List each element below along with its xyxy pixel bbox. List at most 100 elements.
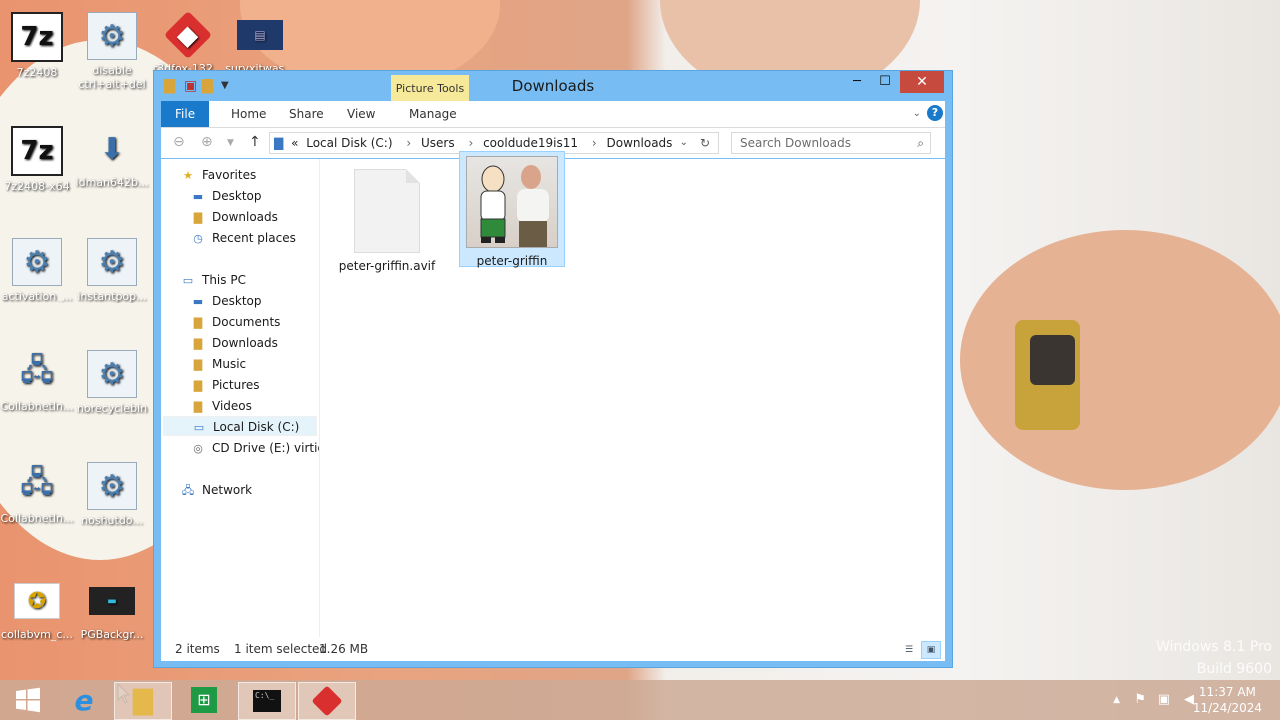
image-file-icon: ▬ [89, 587, 135, 615]
breadcrumb-downloads[interactable]: Downloads [607, 136, 673, 150]
desktop-icon-label: activation_... [1, 290, 73, 303]
status-size: 1.26 MB [319, 642, 369, 656]
desktop-icon-collabnet-1[interactable]: 🖧 CollabnetIn... [0, 350, 77, 414]
tab-view[interactable]: View [335, 101, 387, 127]
r3dfox-button[interactable] [298, 682, 356, 720]
gear-icon: ⚙ [87, 238, 137, 286]
gear-icon: ⚙ [12, 238, 62, 286]
desktop-icon-idman[interactable]: ⬇ idman642b... [72, 126, 152, 190]
command-prompt-button[interactable]: C:\_ [238, 682, 296, 720]
file-list: peter-griffin.avif peter-griffin [331, 151, 931, 637]
system-clock[interactable]: 11:37 AM 11/24/2024 [1193, 684, 1262, 716]
tab-home[interactable]: Home [219, 101, 278, 127]
back-button[interactable]: ⊖ [173, 134, 185, 150]
nav-this-pc[interactable]: ▭ This PC [181, 270, 246, 290]
nav-network[interactable]: 🖧 Network [181, 480, 252, 500]
clock-date: 11/24/2024 [1192, 701, 1262, 715]
store-button[interactable]: ⊞ [176, 682, 232, 718]
explorer-body: ★ Favorites ▬ Desktop ▇ Downloads ◷ Recent p… [161, 151, 945, 637]
nav-label: Network [202, 483, 253, 497]
nav-label: Downloads [212, 210, 278, 224]
up-button[interactable]: ↑ [249, 134, 261, 150]
desktop-icon-instantpop[interactable]: ⚙ instantpop... [72, 238, 152, 303]
desktop-icon-r3dfox[interactable]: ◆ r3dfox-132... [148, 10, 228, 75]
cartoon-figure-icon [480, 165, 506, 243]
desktop-icon-label: CollabnetIn... [0, 400, 74, 413]
internet-explorer-button[interactable]: e [56, 682, 112, 718]
nav-cd-drive[interactable]: ◎ CD Drive (E:) virtio-v [191, 438, 319, 458]
breadcrumb-local-disk[interactable]: Local Disk (C:) [306, 136, 392, 150]
breadcrumb-users[interactable]: Users [421, 136, 455, 150]
desktop-icon-noshutdown[interactable]: ⚙ noshutdo... [72, 462, 152, 527]
show-hidden-icons-icon[interactable]: ▲ [1113, 695, 1120, 705]
status-item-count: 2 items [175, 642, 220, 656]
nav-downloads[interactable]: ▇ Downloads [191, 333, 278, 353]
breadcrumb-separator-icon[interactable]: › [468, 136, 473, 150]
start-button[interactable] [0, 682, 56, 718]
maximize-button[interactable]: ☐ [870, 71, 900, 93]
desktop-icon-collabnet-2[interactable]: 🖧 CollabnetIn... [0, 462, 77, 526]
status-bar: 2 items 1 item selected 1.26 MB ☰ ▣ [161, 637, 945, 661]
desktop-icon-survxitwas[interactable]: ▤ survxitwas... [220, 12, 300, 75]
ribbon-tabs: File Home Share View Manage ⌄ ? [161, 101, 945, 128]
gear-icon: ⚙ [87, 12, 137, 60]
nav-favorites[interactable]: ★ Favorites [181, 165, 256, 185]
file-name: peter-griffin.avif [338, 259, 436, 273]
nav-label: Videos [212, 399, 252, 413]
breadcrumb-separator-icon[interactable]: › [406, 136, 411, 150]
file-item[interactable]: peter-griffin.avif [337, 159, 437, 273]
desktop-icon-7z2408[interactable]: 7z 7z2408 [0, 12, 77, 79]
desktop-icon-collabvm-cert[interactable]: ✪ collabvm_c... [0, 578, 77, 641]
breadcrumb-user-folder[interactable]: cooldude19is11 [483, 136, 578, 150]
breadcrumb-separator-icon[interactable]: › [592, 136, 597, 150]
nav-favorites-desktop[interactable]: ▬ Desktop [191, 186, 262, 206]
forward-button[interactable]: ⊕ [201, 134, 213, 150]
tab-share[interactable]: Share [277, 101, 336, 127]
title-bar[interactable]: ▇ ▣ ▇ ▼ Picture Tools Downloads ─ ☐ ✕ [154, 71, 952, 103]
cd-drive-icon: ◎ [193, 442, 203, 455]
recent-places-icon: ◷ [193, 232, 203, 245]
nav-favorites-downloads[interactable]: ▇ Downloads [191, 207, 278, 227]
refresh-icon[interactable]: ↻ [696, 133, 714, 153]
taskbar: e ▇ ⊞ C:\_ ▲ ⚑ ▣ ◀ 11:37 AM 11/24/2024 [0, 680, 1280, 720]
command-prompt-icon: C:\_ [253, 690, 281, 712]
desktop-icon-label: CollabnetIn... [0, 512, 74, 525]
address-dropdown-icon[interactable]: ⌄ [680, 133, 688, 153]
nav-music[interactable]: ▇ Music [191, 354, 246, 374]
nav-recent-places[interactable]: ◷ Recent places [191, 228, 296, 248]
desktop-icon-7z2408-x64[interactable]: 7z 7z2408-x64 [0, 126, 77, 193]
expand-ribbon-icon[interactable]: ⌄ [913, 108, 921, 119]
close-button[interactable]: ✕ [900, 71, 944, 93]
watermark-build: Build 9600 [1196, 661, 1272, 677]
tab-file[interactable]: File [161, 101, 210, 127]
desktop-icon-pgbackground[interactable]: ▬ PGBackgr... [72, 578, 152, 641]
tab-manage[interactable]: Manage [397, 101, 469, 127]
desktop-icon-disable-ctrl-alt-del[interactable]: ⚙ disable ctrl+alt+del [72, 12, 152, 92]
nav-videos[interactable]: ▇ Videos [191, 396, 252, 416]
desktop-icon-activation[interactable]: ⚙ activation_... [0, 238, 77, 303]
network-icon: 🖧 [181, 484, 195, 497]
search-input[interactable]: Search Downloads ⌕ [731, 132, 931, 154]
minimize-button[interactable]: ─ [842, 71, 872, 93]
nav-documents[interactable]: ▇ Documents [191, 312, 281, 332]
network-status-icon[interactable]: ▣ [1158, 692, 1170, 707]
details-view-icon[interactable]: ☰ [899, 641, 919, 659]
nav-label: Pictures [212, 378, 260, 392]
file-item-selected[interactable]: peter-griffin [459, 151, 565, 268]
store-icon: ⊞ [191, 687, 217, 713]
address-overflow[interactable]: « [291, 136, 298, 150]
downloads-folder-icon: ▇ [193, 337, 203, 350]
desktop-icon-label: noshutdo... [81, 514, 143, 527]
large-icons-view-icon[interactable]: ▣ [921, 641, 941, 659]
action-center-flag-icon[interactable]: ⚑ [1134, 692, 1146, 707]
recent-locations-icon[interactable]: ▼ [227, 138, 234, 148]
nav-pictures[interactable]: ▇ Pictures [191, 375, 260, 395]
nav-desktop[interactable]: ▬ Desktop [191, 291, 262, 311]
help-icon[interactable]: ? [927, 105, 943, 121]
nav-label: Documents [212, 315, 281, 329]
file-explorer-button[interactable]: ▇ [114, 682, 172, 720]
nav-local-disk[interactable]: ▭ Local Disk (C:) [163, 416, 317, 436]
downloads-folder-icon: ▇ [193, 211, 203, 224]
desktop-icon-norecyclebin[interactable]: ⚙ norecyclebin [72, 350, 152, 415]
search-icon: ⌕ [917, 136, 924, 150]
